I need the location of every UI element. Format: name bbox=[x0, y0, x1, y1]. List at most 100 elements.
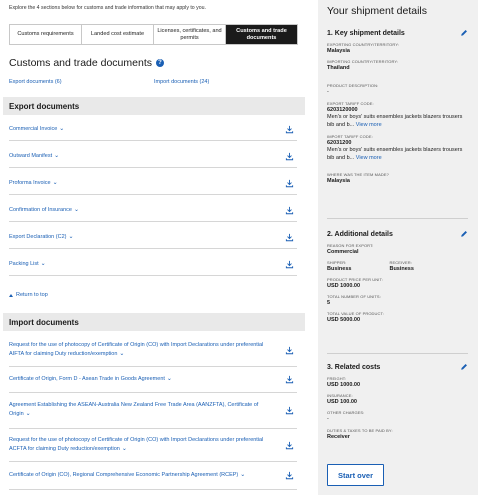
edit-pencil-icon[interactable] bbox=[460, 29, 468, 37]
export-doc-row: Proforma Invoice ⌄ bbox=[9, 173, 297, 195]
price-per-unit-value: USD 1000.00 bbox=[327, 283, 361, 289]
import-doc-toggle[interactable]: Request for the use of photocopy of Cert… bbox=[9, 437, 271, 454]
return-to-top-label: Return to top bbox=[16, 292, 48, 298]
total-value-label: TOTAL VALUE OF PRODUCT: bbox=[327, 311, 384, 316]
export-doc-toggle[interactable]: Outward Manifest ⌄ bbox=[9, 152, 59, 161]
export-doc-toggle[interactable]: Commercial Invoice ⌄ bbox=[9, 125, 64, 134]
total-units-label: TOTAL NUMBER OF UNITS: bbox=[327, 294, 381, 299]
download-icon[interactable] bbox=[285, 375, 294, 384]
import-doc-row: Agreement Establishing the ASEAN-Austral… bbox=[9, 393, 297, 429]
other-charges-value: - bbox=[327, 416, 329, 422]
download-icon[interactable] bbox=[285, 346, 294, 355]
related-costs-heading: 3. Related costs bbox=[327, 363, 468, 371]
import-doc-toggle[interactable]: Certificate of Origin, Form D - Asean Tr… bbox=[9, 375, 172, 384]
tab-customs-requirements[interactable]: Customs requirements bbox=[10, 25, 82, 44]
chevron-down-icon: ⌄ bbox=[52, 180, 58, 187]
divider bbox=[327, 353, 468, 354]
summary-title: Your shipment details bbox=[327, 5, 428, 17]
export-doc-row: Packing List ⌄ bbox=[9, 254, 297, 276]
edit-pencil-icon[interactable] bbox=[460, 363, 468, 371]
import-doc-toggle[interactable]: Agreement Establishing the ASEAN-Austral… bbox=[9, 402, 271, 419]
duties-payer-value: Receiver bbox=[327, 434, 350, 441]
additional-details: 2. Additional details REASON FOR EXPORT:… bbox=[327, 230, 468, 323]
download-icon[interactable] bbox=[285, 125, 294, 134]
receiver-value: Business bbox=[389, 266, 414, 272]
chevron-down-icon: ⌄ bbox=[119, 351, 125, 357]
additional-details-heading: 2. Additional details bbox=[327, 230, 468, 238]
view-more-link[interactable]: View more bbox=[356, 122, 382, 128]
shipper-value: Business bbox=[327, 266, 352, 272]
divider bbox=[327, 218, 468, 219]
additional-details-title: 2. Additional details bbox=[327, 230, 393, 238]
export-doc-toggle[interactable]: Export Declaration (C2) ⌄ bbox=[9, 233, 74, 242]
chevron-down-icon: ⌄ bbox=[240, 472, 246, 479]
product-description-value: - bbox=[327, 89, 329, 95]
download-icon[interactable] bbox=[285, 406, 294, 415]
download-icon[interactable] bbox=[285, 260, 294, 269]
start-over-button[interactable]: Start over bbox=[327, 464, 384, 486]
download-icon[interactable] bbox=[285, 179, 294, 188]
chevron-down-icon: ⌄ bbox=[59, 126, 65, 133]
export-doc-toggle[interactable]: Proforma Invoice ⌄ bbox=[9, 179, 58, 188]
export-tariff-label: EXPORT TARIFF CODE: bbox=[327, 101, 374, 107]
freight-value: USD 1000.00 bbox=[327, 382, 361, 388]
section-tabs: Customs requirements Landed cost estimat… bbox=[9, 24, 298, 45]
download-icon[interactable] bbox=[285, 233, 294, 242]
import-documents-link[interactable]: Import documents (24) bbox=[154, 79, 209, 85]
exporting-country-label: EXPORTING COUNTRY/TERRITORY: bbox=[327, 42, 400, 47]
import-doc-row: Request for the use of photocopy of Cert… bbox=[9, 335, 297, 367]
export-doc-row: Commercial Invoice ⌄ bbox=[9, 119, 297, 141]
download-icon[interactable] bbox=[285, 441, 294, 450]
caret-up-icon bbox=[9, 293, 13, 297]
import-tariff-code: 62031200 bbox=[327, 140, 352, 147]
export-doc-toggle[interactable]: Packing List ⌄ bbox=[9, 260, 46, 269]
import-section-heading: Import documents bbox=[3, 313, 305, 331]
edit-pencil-icon[interactable] bbox=[460, 230, 468, 238]
shipment-summary-panel: Your shipment details 1. Key shipment de… bbox=[318, 0, 478, 495]
tab-landed-cost-estimate[interactable]: Landed cost estimate bbox=[82, 25, 154, 44]
return-to-top-link[interactable]: Return to top bbox=[9, 292, 48, 298]
chevron-down-icon: ⌄ bbox=[54, 153, 60, 160]
page-title: Customs and trade documents bbox=[9, 57, 152, 69]
shipper-receiver: SHIPPER: Business RECEIVER: Business bbox=[327, 255, 468, 272]
download-icon[interactable] bbox=[285, 471, 294, 480]
chevron-down-icon: ⌄ bbox=[166, 376, 172, 383]
related-costs: 3. Related costs FREIGHT: USD 1000.00 IN… bbox=[327, 363, 468, 440]
download-icon[interactable] bbox=[285, 152, 294, 161]
import-doc-toggle[interactable]: Request for the use of photocopy of Cert… bbox=[9, 342, 271, 359]
tab-customs-trade-documents[interactable]: Customs and trade documents bbox=[226, 25, 297, 44]
download-icon[interactable] bbox=[285, 206, 294, 215]
shipper-label: SHIPPER: bbox=[327, 260, 347, 265]
key-details-heading: 1. Key shipment details bbox=[327, 29, 468, 37]
receiver-label: RECEIVER: bbox=[389, 260, 412, 265]
import-doc-toggle[interactable]: Certificate of Origin (CO), Regional Com… bbox=[9, 471, 245, 480]
intro-text: Explore the 4 sections below for customs… bbox=[9, 5, 206, 11]
export-tariff-description: Men's or boys' suits ensembles jackets b… bbox=[327, 114, 463, 128]
chevron-down-icon: ⌄ bbox=[121, 445, 127, 452]
import-doc-row: Request for the use of photocopy of Cert… bbox=[9, 429, 297, 462]
export-doc-row: Confirmation of Insurance ⌄ bbox=[9, 200, 297, 222]
other-charges-label: OTHER CHARGES: bbox=[327, 410, 365, 415]
chevron-down-icon: ⌄ bbox=[40, 261, 46, 268]
chevron-down-icon: ⌄ bbox=[73, 207, 80, 214]
price-per-unit-label: PRODUCT PRICE PER UNIT: bbox=[327, 277, 383, 282]
import-tariff-description: Men's or boys' suits ensembles jackets b… bbox=[327, 147, 463, 161]
importing-country-value: Thailand bbox=[327, 65, 350, 71]
exporting-country-value: Malaysia bbox=[327, 48, 350, 54]
view-more-link[interactable]: View more bbox=[356, 155, 382, 161]
tab-licenses-certificates[interactable]: Licenses, certificates, and permits bbox=[154, 25, 226, 44]
reason-for-export-label: REASON FOR EXPORT: bbox=[327, 243, 374, 248]
freight-label: FREIGHT: bbox=[327, 376, 347, 381]
insurance-value: USD 100.00 bbox=[327, 399, 357, 405]
export-documents-link[interactable]: Export documents (6) bbox=[9, 79, 62, 85]
chevron-down-icon: ⌄ bbox=[25, 411, 31, 417]
export-section-heading: Export documents bbox=[3, 97, 305, 115]
import-doc-row: Certificate of Origin, Form D - Asean Tr… bbox=[9, 367, 297, 393]
page-heading: Customs and trade documents ? bbox=[9, 57, 164, 69]
help-icon[interactable]: ? bbox=[156, 59, 164, 67]
made-in-value: Malaysia bbox=[327, 178, 350, 185]
export-doc-toggle[interactable]: Confirmation of Insurance ⌄ bbox=[9, 206, 79, 215]
main-panel: Explore the 4 sections below for customs… bbox=[0, 0, 314, 495]
total-units-value: 5 bbox=[327, 300, 331, 306]
key-details-title: 1. Key shipment details bbox=[327, 29, 405, 37]
